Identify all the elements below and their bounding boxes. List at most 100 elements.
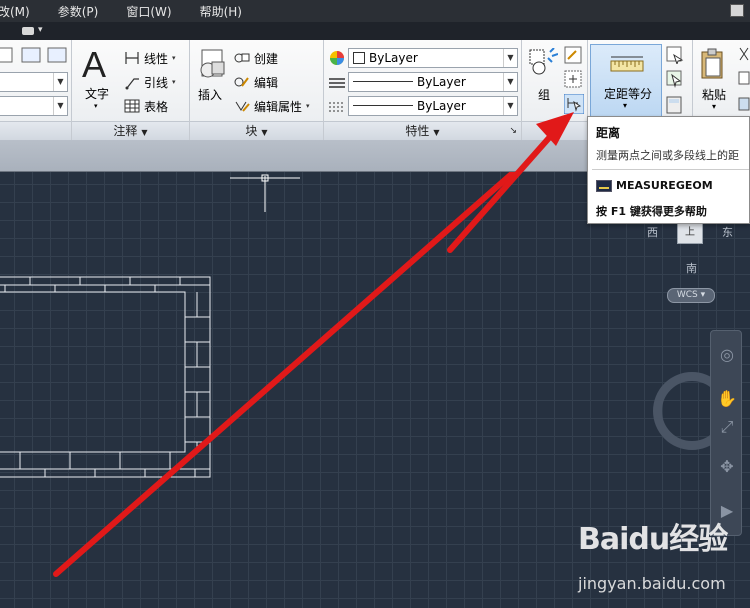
chevron-down-icon[interactable]: ▾ — [94, 102, 98, 110]
annotation-title: 注释 — [113, 124, 138, 138]
crosshair-cursor — [230, 174, 300, 212]
toggle-icon[interactable] — [22, 27, 34, 35]
tooltip-command: MEASUREGEOM — [596, 179, 713, 192]
compass-east-label: 东 — [722, 226, 733, 239]
quick-select-icon[interactable] — [666, 46, 684, 64]
panel-properties: ByLayer ▼ ByLayer ▼ ByLayer ▼ 特性 ▼ ↘ — [324, 40, 522, 140]
paste-label[interactable]: 粘贴 — [702, 86, 726, 103]
edit-label: 编辑 — [254, 75, 279, 90]
table-icon — [124, 99, 140, 113]
menu-bar: 改(M) 参数(P) 窗口(W) 帮助(H) — [0, 0, 750, 22]
measure-split-button[interactable]: 定距等分 ▾ — [590, 44, 662, 118]
leader-icon — [125, 78, 139, 90]
chevron-down-icon: ▾ — [623, 101, 628, 110]
viewcube-top-face[interactable]: 上 — [677, 222, 703, 244]
block-title: 块 — [245, 124, 258, 138]
red-arrow-annotation — [53, 172, 519, 577]
lineweight-value: ByLayer — [417, 99, 466, 113]
ruler-icon — [610, 56, 644, 72]
pan-hand-icon[interactable]: ✋ — [717, 389, 737, 409]
paste-icon[interactable] — [700, 48, 726, 80]
menu-parametric[interactable]: 参数(P) — [58, 3, 99, 20]
menu-help[interactable]: 帮助(H) — [200, 3, 242, 20]
text-large-icon[interactable]: A — [82, 46, 106, 84]
text-button-label[interactable]: 文字 — [85, 85, 109, 102]
linetype-combo[interactable]: ByLayer ▼ — [348, 72, 518, 92]
create-block-button[interactable]: 创建 — [234, 48, 278, 68]
restore-window-icon[interactable] — [730, 4, 744, 17]
navigation-bar: ◎ ✋ ⤢ ✥ ▶ — [710, 330, 742, 536]
copy-clip-icon[interactable] — [738, 96, 750, 112]
wcs-menu-button[interactable]: WCS ▾ — [667, 288, 715, 303]
leader-button[interactable]: 引线 ▾ — [124, 72, 176, 92]
compass-south-label: 南 — [686, 262, 697, 275]
tooltip-description: 测量两点之间或多段线上的距 — [596, 149, 739, 162]
panel-block: 插入 创建 编辑 编辑属性 ▾ 块 ▼ — [190, 40, 324, 140]
panel-title-layers — [0, 121, 71, 140]
baidu-jingyan-watermark: Baidu经验 — [578, 522, 728, 557]
layer-tools-icons[interactable] — [0, 44, 72, 72]
linear-dimension-icon — [125, 52, 139, 64]
layer-combo[interactable]: ▼ — [0, 72, 68, 92]
calculator-icon[interactable] — [666, 96, 682, 114]
edit-attribute-button[interactable]: 编辑属性 ▾ — [234, 96, 310, 116]
measure-distance-icon[interactable] — [564, 94, 584, 114]
edit-block-icon — [234, 77, 249, 87]
watermark-url: jingyan.baidu.com — [578, 574, 726, 593]
panel-launcher-icon[interactable]: ↘ — [509, 122, 517, 140]
layer-combo-2[interactable]: ▼ — [0, 96, 68, 116]
group-icon[interactable] — [528, 48, 558, 78]
properties-title: 特性 — [405, 124, 430, 138]
measure-label: 定距等分 — [604, 87, 653, 101]
color-wheel-icon[interactable] — [329, 50, 345, 66]
linetype-preview — [353, 81, 413, 82]
quick-access-bar: ▾ — [0, 22, 750, 40]
menu-modify[interactable]: 改(M) — [0, 3, 30, 20]
panel-title-properties[interactable]: 特性 ▼ ↘ — [324, 121, 521, 140]
group-label[interactable]: 组 — [538, 86, 550, 103]
edit-attribute-label: 编辑属性 — [254, 99, 303, 114]
tooltip-command-name: MEASUREGEOM — [616, 179, 713, 192]
orbit-icon[interactable]: ✥ — [717, 457, 737, 477]
panel-title-annotation[interactable]: 注释 ▼ — [72, 121, 189, 140]
linear-label: 线性 — [144, 51, 169, 66]
linetype-icon — [329, 78, 345, 88]
group-edit-icon[interactable] — [564, 70, 582, 88]
insert-block-icon[interactable] — [198, 48, 228, 82]
panel-title-block[interactable]: 块 ▼ — [190, 121, 323, 140]
panel-groups: 组 — [522, 40, 588, 140]
steering-wheel-icon[interactable]: ◎ — [717, 345, 737, 365]
color-swatch — [353, 52, 365, 64]
ungroup-icon[interactable] — [564, 46, 582, 64]
brick-wall-drawing — [0, 276, 211, 478]
tooltip-divider — [592, 169, 749, 170]
create-label: 创建 — [254, 51, 279, 66]
panel-title-groups — [522, 121, 587, 140]
panel-layers: ▼ ▼ — [0, 40, 72, 140]
chevron-down-icon[interactable]: ▾ — [712, 102, 716, 111]
command-line-icon — [596, 179, 612, 192]
color-value: ByLayer — [369, 51, 418, 65]
create-block-icon — [234, 53, 250, 63]
color-combo[interactable]: ByLayer ▼ — [348, 48, 518, 68]
wcs-label: WCS — [676, 290, 698, 300]
edit-block-button[interactable]: 编辑 — [234, 72, 278, 92]
leader-label: 引线 — [144, 75, 169, 90]
select-cursor-icon[interactable] — [666, 70, 684, 88]
lineweight-preview — [353, 105, 413, 106]
tooltip-title: 距离 — [596, 126, 621, 140]
table-label: 表格 — [144, 99, 169, 114]
measure-distance-tooltip: 距离 测量两点之间或多段线上的距 MEASUREGEOM 按 F1 键获得更多帮… — [587, 116, 750, 224]
menu-window[interactable]: 窗口(W) — [126, 3, 171, 20]
copy-icon[interactable] — [738, 70, 750, 86]
linear-dim-button[interactable]: 线性 ▾ — [124, 48, 176, 68]
cut-icon[interactable] — [738, 46, 750, 62]
edit-attribute-icon — [235, 101, 250, 112]
table-button[interactable]: 表格 — [124, 96, 168, 116]
lineweight-icon — [329, 102, 345, 112]
chevron-down-icon[interactable]: ▾ — [38, 25, 43, 35]
zoom-extents-icon[interactable]: ⤢ — [717, 417, 737, 437]
lineweight-combo[interactable]: ByLayer ▼ — [348, 96, 518, 116]
insert-label[interactable]: 插入 — [198, 86, 222, 103]
tooltip-help: 按 F1 键获得更多帮助 — [596, 205, 707, 218]
